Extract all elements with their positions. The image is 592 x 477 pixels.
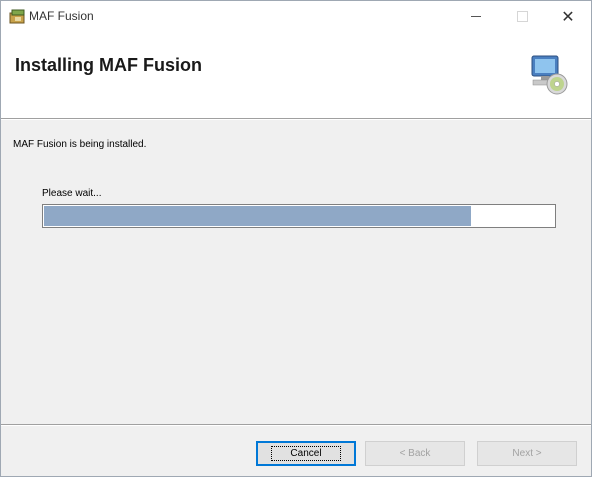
back-button[interactable]: < Back bbox=[365, 441, 465, 466]
page-title: Installing MAF Fusion bbox=[15, 55, 202, 75]
cancel-button-label: Cancel bbox=[271, 446, 341, 461]
progress-bar bbox=[42, 204, 556, 228]
window-title: MAF Fusion bbox=[29, 9, 94, 23]
footer-divider bbox=[1, 424, 591, 426]
header-divider bbox=[1, 118, 591, 120]
title-bar[interactable]: MAF Fusion ✕ bbox=[1, 1, 591, 32]
maximize-button bbox=[499, 1, 545, 32]
installer-window: MAF Fusion ✕ Installing MAF Fusion MAF F… bbox=[0, 0, 592, 477]
cancel-button[interactable]: Cancel bbox=[256, 441, 356, 466]
minimize-icon bbox=[471, 16, 481, 17]
computer-cd-icon bbox=[531, 55, 568, 95]
progress-bar-fill bbox=[44, 206, 471, 226]
installer-package-icon bbox=[9, 9, 25, 24]
close-button[interactable]: ✕ bbox=[545, 1, 591, 32]
close-icon: ✕ bbox=[561, 7, 575, 26]
minimize-button[interactable] bbox=[453, 1, 499, 32]
status-text: MAF Fusion is being installed. bbox=[13, 139, 147, 150]
wait-text: Please wait... bbox=[42, 188, 102, 199]
maximize-icon bbox=[516, 11, 528, 22]
header-banner: Installing MAF Fusion bbox=[1, 32, 591, 118]
next-button[interactable]: Next > bbox=[477, 441, 577, 466]
